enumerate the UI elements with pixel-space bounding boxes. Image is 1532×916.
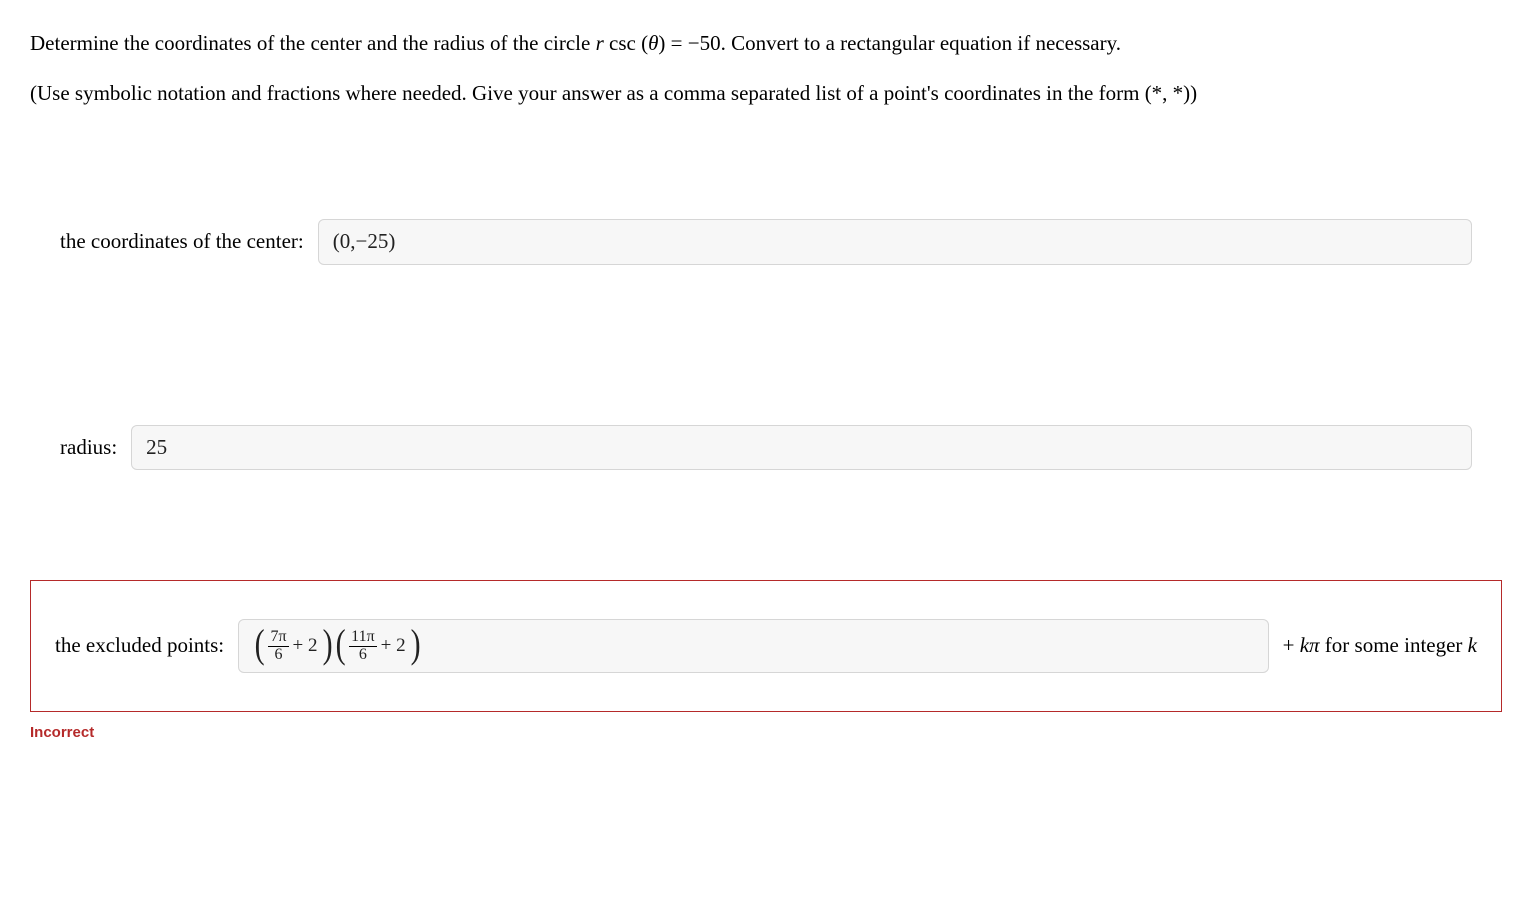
radius-row: radius: 25: [60, 425, 1472, 471]
excluded-suffix: + kπ for some integer k: [1283, 630, 1477, 662]
q-var-theta: θ: [648, 31, 658, 55]
frac2-den: 6: [357, 647, 369, 664]
radius-value: 25: [146, 432, 167, 464]
feedback-text: Incorrect: [30, 722, 1502, 745]
center-input[interactable]: (0,−25): [318, 219, 1472, 265]
excluded-row: the excluded points: ( 7π 6 + 2 ) ( 11π …: [55, 619, 1477, 673]
question-instructions: (Use symbolic notation and fractions whe…: [30, 78, 1502, 110]
q-text-mid: csc (: [604, 31, 648, 55]
q-text-post: ) = −50. Convert to a rectangular equati…: [658, 31, 1121, 55]
excluded-expr-1: ( 7π 6 + 2 ): [253, 626, 334, 666]
suffix-k: k: [1300, 633, 1309, 657]
lparen2-icon: (: [336, 624, 346, 664]
frac2-num: 11π: [349, 629, 376, 647]
rparen2-icon: ): [410, 624, 420, 664]
frac1-num: 7π: [268, 629, 288, 647]
suffix-k2: k: [1468, 633, 1477, 657]
frac-2: 11π 6: [349, 629, 376, 664]
q-text-pre: Determine the coordinates of the center …: [30, 31, 596, 55]
suffix-pi: π: [1309, 633, 1320, 657]
center-row: the coordinates of the center: (0,−25): [60, 219, 1472, 265]
rparen-icon: ): [322, 624, 332, 664]
suffix-post: for some integer: [1320, 633, 1468, 657]
frac-1: 7π 6: [268, 629, 288, 664]
suffix-plus: +: [1283, 633, 1300, 657]
frac1-den: 6: [273, 647, 285, 664]
excluded-label: the excluded points:: [55, 630, 224, 662]
center-label: the coordinates of the center:: [60, 226, 304, 258]
center-value: (0,−25): [333, 226, 396, 258]
q-var-r: r: [596, 31, 604, 55]
radius-label: radius:: [60, 432, 117, 464]
plus-1: + 2: [293, 632, 318, 661]
lparen-icon: (: [255, 624, 265, 664]
question-line-1: Determine the coordinates of the center …: [30, 28, 1502, 60]
excluded-input[interactable]: ( 7π 6 + 2 ) ( 11π 6 + 2 ): [238, 619, 1268, 673]
incorrect-container: the excluded points: ( 7π 6 + 2 ) ( 11π …: [30, 580, 1502, 712]
plus-2: + 2: [381, 632, 406, 661]
excluded-expr-2: ( 11π 6 + 2 ): [334, 626, 422, 666]
radius-input[interactable]: 25: [131, 425, 1472, 471]
